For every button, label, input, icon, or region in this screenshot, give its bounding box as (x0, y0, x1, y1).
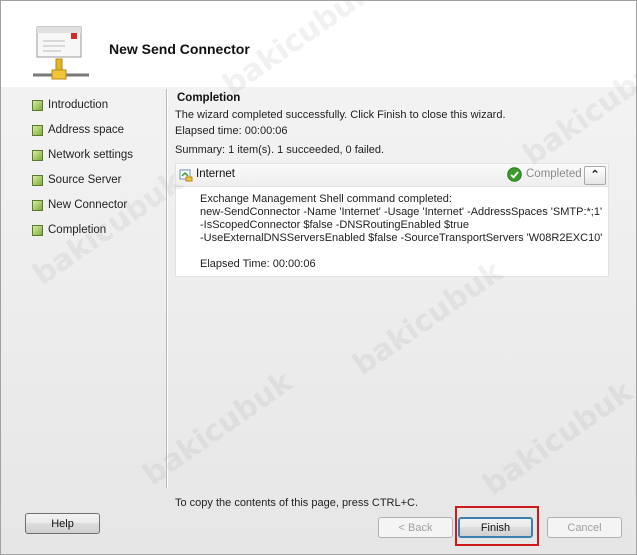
result-item-header: Internet Completed ⌃ (176, 164, 608, 187)
step-label: Address space (48, 124, 125, 136)
step-label: Network settings (48, 149, 134, 161)
success-check-icon (507, 167, 522, 182)
step-marker-icon (32, 149, 43, 161)
chevron-up-icon: ⌃ (590, 169, 600, 181)
watermark: bakicubuk (136, 364, 300, 493)
wizard-title: New Send Connector (109, 41, 250, 57)
result-spacer (200, 245, 602, 258)
result-item: Internet Completed ⌃ Exchange Management… (175, 163, 609, 277)
back-button[interactable]: < Back (378, 517, 453, 538)
elapsed-time: Elapsed time: 00:00:06 (175, 125, 288, 137)
step-label: Completion (48, 224, 107, 236)
step-marker-icon (32, 224, 43, 236)
step-marker-icon (32, 199, 43, 211)
result-line: Exchange Management Shell command comple… (200, 193, 452, 205)
copy-hint: To copy the contents of this page, press… (175, 497, 419, 509)
completion-heading: Completion (177, 92, 241, 104)
step-label: Introduction (48, 99, 109, 111)
step-marker-icon (32, 124, 43, 136)
collapse-button[interactable]: ⌃ (584, 166, 606, 185)
result-details: Exchange Management Shell command comple… (200, 193, 602, 271)
result-line: -IsScopedConnector $false -DNSRoutingEna… (200, 219, 470, 231)
wizard-header: New Send Connector (1, 1, 636, 87)
cancel-button[interactable]: Cancel (547, 517, 622, 538)
step-source-server[interactable]: Source Server (32, 172, 122, 188)
completion-message: The wizard completed successfully. Click… (175, 109, 506, 121)
step-address-space[interactable]: Address space (32, 122, 124, 138)
step-marker-icon (32, 99, 43, 111)
result-line: new-SendConnector -Name 'Internet' -Usag… (200, 206, 603, 218)
send-connector-icon (33, 26, 89, 80)
result-item-name: Internet (196, 168, 235, 180)
connector-item-icon (179, 169, 193, 182)
steps-divider (166, 89, 167, 488)
wizard-window: New Send Connector Introduction Address … (0, 0, 637, 555)
step-introduction[interactable]: Introduction (32, 97, 108, 113)
step-label: Source Server (48, 174, 122, 186)
result-line: -UseExternalDNSServersEnabled $false -So… (200, 232, 603, 244)
status-label: Completed (526, 168, 582, 180)
step-new-connector[interactable]: New Connector (32, 197, 127, 213)
watermark: bakicubuk (476, 374, 637, 503)
summary-text: Summary: 1 item(s). 1 succeeded, 0 faile… (175, 144, 385, 156)
step-marker-icon (32, 174, 43, 186)
step-completion[interactable]: Completion (32, 222, 106, 238)
result-elapsed-time: Elapsed Time: 00:00:06 (200, 258, 316, 270)
step-label: New Connector (48, 199, 128, 211)
help-button[interactable]: Help (25, 513, 100, 534)
step-network-settings[interactable]: Network settings (32, 147, 133, 163)
finish-highlight-box (455, 506, 539, 546)
